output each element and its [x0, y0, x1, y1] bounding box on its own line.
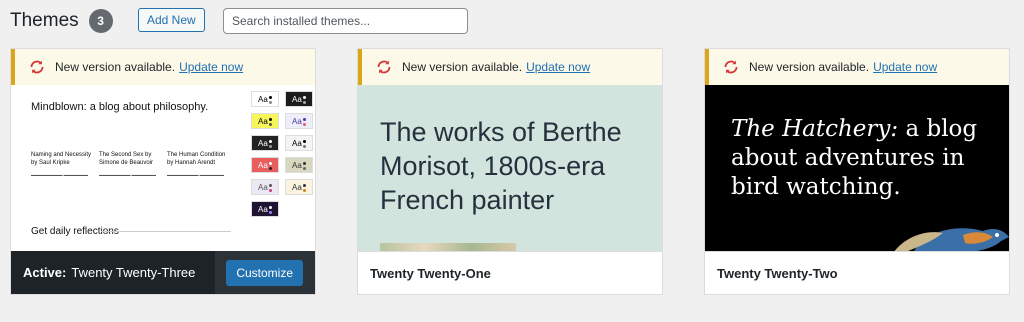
update-now-link[interactable]: Update now	[179, 60, 243, 74]
update-icon	[29, 59, 45, 75]
style-swatch: Aa	[285, 91, 313, 107]
theme-name: Twenty Twenty-Three	[71, 265, 196, 280]
style-swatch: Aa	[251, 91, 279, 107]
bird-illustration	[893, 228, 1009, 253]
style-swatch: Aa	[251, 113, 279, 129]
update-icon	[723, 59, 739, 75]
update-notice: New version available. Update now	[358, 49, 662, 85]
preview-headline: The works of Berthe Morisot, 1800s-era F…	[380, 117, 622, 215]
style-swatch: Aa	[251, 179, 279, 195]
preview-post: The Second Sex by Simone de Beauvoir ▬▬▬…	[99, 151, 163, 178]
update-notice-text: New version available.	[55, 60, 176, 74]
active-theme-label: Active: Twenty Twenty-Three	[11, 251, 215, 294]
style-swatch: Aa	[285, 113, 313, 129]
theme-card-twenty-twenty-one[interactable]: New version available. Update now The wo…	[357, 48, 663, 295]
preview-post-excerpt: ▬▬▬▬▬▬▬▬▬ ▬▬▬▬▬▬▬	[99, 173, 156, 177]
theme-count-badge: 3	[88, 9, 113, 33]
preview-headline-italic: The Hatchery:	[731, 116, 899, 142]
preview-post: The Human Condition by Hannah Arendt ▬▬▬…	[167, 151, 231, 178]
style-swatch: Aa	[285, 179, 313, 195]
update-notice-text: New version available.	[749, 60, 870, 74]
theme-screenshot[interactable]: Mindblown: a blog about philosophy. Nami…	[11, 85, 315, 253]
preview-post-title: The Second Sex by Simone de Beauvoir	[99, 152, 154, 166]
active-prefix: Active:	[23, 265, 67, 280]
preview-divider	[101, 231, 231, 232]
style-swatch: Aa	[285, 135, 313, 151]
update-notice: New version available. Update now	[11, 49, 315, 85]
preview-post-excerpt: ▬▬▬▬▬▬▬▬▬ ▬▬▬▬▬▬▬	[31, 173, 88, 177]
style-swatch: Aa	[251, 135, 279, 151]
update-now-link[interactable]: Update now	[526, 60, 590, 74]
preview-headline: The Hatchery: a blog about adventures in…	[731, 115, 1001, 202]
preview-blog-title: Mindblown: a blog about philosophy.	[31, 101, 209, 113]
update-notice: New version available. Update now	[705, 49, 1009, 85]
update-notice-text: New version available.	[402, 60, 523, 74]
update-now-link[interactable]: Update now	[873, 60, 937, 74]
search-input[interactable]	[223, 8, 468, 34]
customize-button[interactable]: Customize	[226, 259, 303, 286]
preview-post-title: Naming and Necessity by Saul Kripke	[31, 152, 92, 166]
theme-screenshot[interactable]: The Hatchery: a blog about adventures in…	[705, 85, 1009, 253]
theme-screenshot[interactable]: The works of Berthe Morisot, 1800s-era F…	[358, 85, 662, 253]
theme-name: Twenty Twenty-Two	[717, 265, 838, 281]
theme-footer: Twenty Twenty-Two	[705, 251, 1009, 294]
update-icon	[376, 59, 392, 75]
theme-card-twenty-twenty-three[interactable]: New version available. Update now Mindbl…	[10, 48, 316, 295]
active-theme-footer: Active: Twenty Twenty-Three Customize	[11, 251, 315, 294]
theme-footer: Twenty Twenty-One	[358, 251, 662, 294]
theme-card-twenty-twenty-two[interactable]: New version available. Update now The Ha…	[704, 48, 1010, 295]
theme-name: Twenty Twenty-One	[370, 265, 491, 281]
preview-post-excerpt: ▬▬▬▬▬▬▬▬▬ ▬▬▬▬▬▬▬	[167, 173, 224, 177]
add-new-button[interactable]: Add New	[138, 8, 205, 32]
preview-post: Naming and Necessity by Saul Kripke ▬▬▬▬…	[31, 151, 95, 178]
style-swatch: Aa	[251, 201, 279, 217]
style-swatch: Aa	[285, 157, 313, 173]
preview-post-title: The Human Condition by Hannah Arendt	[167, 152, 226, 166]
page-header: Themes 3	[10, 6, 113, 36]
theme-actions: Customize	[215, 251, 315, 294]
page-title: Themes	[10, 10, 79, 31]
style-swatch: Aa	[251, 157, 279, 173]
